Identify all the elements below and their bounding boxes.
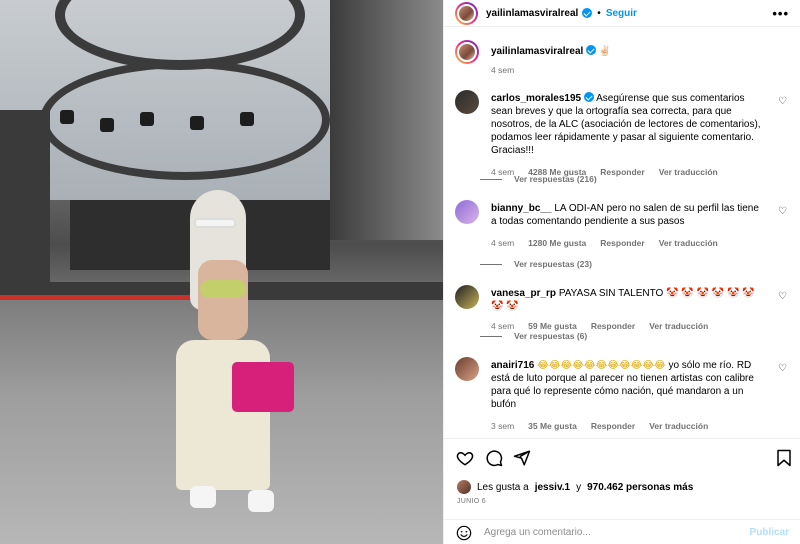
likes-prefix: Les gusta a <box>477 481 529 493</box>
comment-likes[interactable]: 35 Me gusta <box>528 420 577 433</box>
liker-avatar[interactable] <box>457 480 471 494</box>
photo-person-top <box>200 280 246 298</box>
photo-stage-light <box>240 112 254 126</box>
verified-icon <box>582 8 593 18</box>
comment-reply-button[interactable]: Responder <box>591 320 635 333</box>
follow-button[interactable]: Seguir <box>606 8 637 19</box>
comment-username[interactable]: vanesa_pr_rp <box>491 288 556 299</box>
photo-stage-light <box>60 110 74 124</box>
post-caption: yailinlamasviralreal ✌🏻 4 sem <box>455 40 795 90</box>
photo-stage-light <box>190 116 204 130</box>
view-replies-button[interactable]: Ver respuestas (216) <box>480 174 597 184</box>
action-bar <box>456 449 792 469</box>
post-comment-button[interactable]: Publicar <box>750 527 789 538</box>
emoji-icon[interactable] <box>456 525 472 541</box>
comment-meta: 3 sem 35 Me gusta Responder Ver traducci… <box>491 420 761 433</box>
comment-avatar[interactable] <box>455 200 479 224</box>
comment-avatar[interactable] <box>455 357 479 381</box>
post-actions-area: Les gusta a jessiv.1 y 970.462 personas … <box>444 438 800 544</box>
comment-composer: Agrega un comentario... Publicar <box>444 519 800 544</box>
post-header: yailinlamasviralreal • Seguir ••• <box>444 0 800 27</box>
heart-icon[interactable]: ♡ <box>778 363 787 374</box>
replies-line <box>480 263 502 265</box>
photo-person-torso <box>198 260 248 340</box>
likes-user[interactable]: jessiv.1 <box>535 482 570 493</box>
comment-reply-button[interactable]: Responder <box>600 166 644 179</box>
caption-text: ✌🏻 <box>598 46 612 57</box>
heart-icon[interactable]: ♡ <box>778 96 787 107</box>
caption-body: yailinlamasviralreal ✌🏻 <box>491 45 761 58</box>
instagram-post-view: yailinlamasviralreal • Seguir ••• yailin… <box>0 0 800 544</box>
comment-likes[interactable]: 1280 Me gusta <box>528 237 586 250</box>
comment-avatar[interactable] <box>455 90 479 114</box>
author-avatar-ring[interactable] <box>455 1 478 25</box>
bookmark-icon[interactable] <box>776 449 792 467</box>
photo-person-shoe <box>248 490 274 512</box>
comment-translate-button[interactable]: Ver traducción <box>649 320 708 333</box>
comment-text: PAYASA SIN TALENTO <box>558 288 664 299</box>
photo-stage-light <box>100 118 114 132</box>
author-username[interactable]: yailinlamasviralreal <box>486 8 578 19</box>
comment-username[interactable]: anairi716 <box>491 360 534 371</box>
comment-translate-button[interactable]: Ver traducción <box>659 237 718 250</box>
photo-handbag <box>232 362 294 412</box>
comments-scroll-area[interactable]: yailinlamasviralreal ✌🏻 4 sem carlos_mor… <box>444 28 800 438</box>
comment-item: anairi716 😂😂😂😂😂😂😂😂😂😂😂 yo sólo me río. RD… <box>455 357 795 437</box>
photo-person-shoe <box>190 486 216 508</box>
photo-led-screen <box>0 110 50 290</box>
comment-translate-button[interactable]: Ver traducción <box>649 420 708 433</box>
comment-username[interactable]: carlos_morales195 <box>491 93 581 104</box>
verified-icon <box>583 92 594 102</box>
caption-timestamp: 4 sem <box>491 65 515 75</box>
comment-timestamp: 4 sem <box>491 238 515 248</box>
heart-icon[interactable]: ♡ <box>778 291 787 302</box>
comment-item: bianny_bc__ LA ODI-AN pero no salen de s… <box>455 200 795 260</box>
comment-translate-button[interactable]: Ver traducción <box>659 166 718 179</box>
comment-item: vanesa_pr_rp PAYASA SIN TALENTO 🤡 🤡 🤡 🤡 … <box>455 285 795 335</box>
comment-body: carlos_morales195 Asegúrense que sus com… <box>491 92 761 179</box>
header-separator: • <box>597 7 601 19</box>
comment-meta: 4 sem 1280 Me gusta Responder Ver traduc… <box>491 237 761 250</box>
likes-summary[interactable]: Les gusta a jessiv.1 y 970.462 personas … <box>457 480 693 494</box>
author-avatar[interactable] <box>457 3 476 23</box>
heart-icon[interactable]: ♡ <box>778 206 787 217</box>
comment-icon[interactable] <box>485 449 503 467</box>
view-replies-label[interactable]: Ver respuestas (6) <box>514 331 587 341</box>
view-replies-label[interactable]: Ver respuestas (23) <box>514 259 592 269</box>
post-photo[interactable] <box>0 0 443 544</box>
photo-person-sunglasses <box>194 218 236 228</box>
view-replies-button[interactable]: Ver respuestas (6) <box>480 331 587 341</box>
comment-body: bianny_bc__ LA ODI-AN pero no salen de s… <box>491 202 761 250</box>
photo-stage-light <box>140 112 154 126</box>
share-icon[interactable] <box>513 449 531 467</box>
photo-person <box>160 190 294 520</box>
comment-reply-button[interactable]: Responder <box>600 237 644 250</box>
comment-body: anairi716 😂😂😂😂😂😂😂😂😂😂😂 yo sólo me río. RD… <box>491 359 761 433</box>
photo-lighting-truss <box>40 60 330 180</box>
likes-count[interactable]: 970.462 personas más <box>587 482 693 493</box>
comment-body: vanesa_pr_rp PAYASA SIN TALENTO 🤡 🤡 🤡 🤡 … <box>491 287 761 333</box>
comment-username[interactable]: bianny_bc__ <box>491 203 552 214</box>
photo-led-screen <box>330 0 443 240</box>
comment-timestamp: 3 sem <box>491 421 515 431</box>
post-side-panel: yailinlamasviralreal • Seguir ••• yailin… <box>443 0 800 544</box>
comment-emoji: 😂😂😂😂😂😂😂😂😂😂😂 <box>537 360 666 371</box>
view-replies-button[interactable]: Ver respuestas (23) <box>480 259 592 269</box>
comment-reply-button[interactable]: Responder <box>591 420 635 433</box>
caption-avatar-ring[interactable] <box>455 40 479 64</box>
replies-line <box>480 335 502 337</box>
likes-middle: y <box>576 481 582 493</box>
view-replies-label[interactable]: Ver respuestas (216) <box>514 174 597 184</box>
post-date: JUNIO 6 <box>457 498 486 505</box>
more-icon[interactable]: ••• <box>772 6 789 21</box>
caption-avatar[interactable] <box>457 42 477 62</box>
verified-icon <box>586 45 597 55</box>
replies-line <box>480 178 502 180</box>
caption-username[interactable]: yailinlamasviralreal <box>491 46 583 57</box>
heart-icon[interactable] <box>456 449 474 467</box>
comment-avatar[interactable] <box>455 285 479 309</box>
comment-input[interactable]: Agrega un comentario... <box>484 527 750 538</box>
